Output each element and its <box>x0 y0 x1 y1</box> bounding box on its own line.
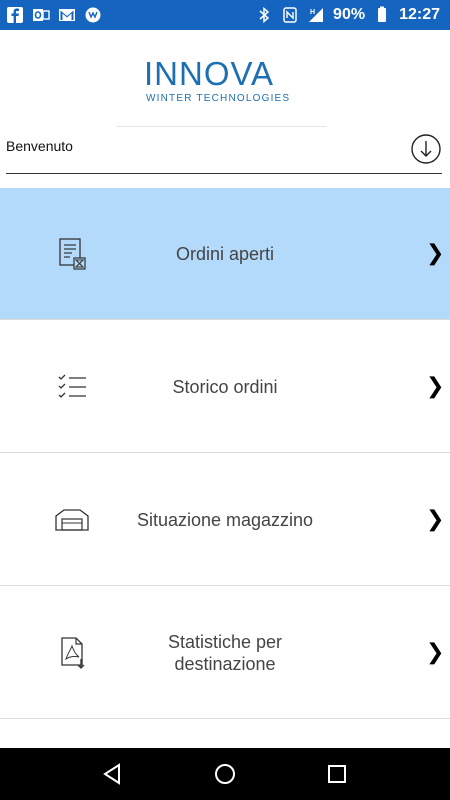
welcome-text: Benvenuto <box>6 138 73 154</box>
chevron-right-icon: ❯ <box>426 506 445 531</box>
menu-item-situazione-magazzino[interactable]: Situazione magazzino ❯ <box>0 454 450 586</box>
download-icon <box>411 134 441 164</box>
chevron-right-icon: ❯ <box>426 373 445 398</box>
menu-item-label: Ordini aperti <box>175 244 275 264</box>
facebook-icon <box>6 6 24 24</box>
menu-item-ordini-aperti[interactable]: Ordini aperti ❯ <box>0 188 450 320</box>
chevron-right-icon: ❯ <box>426 639 445 664</box>
svg-text:INNOVA: INNOVA <box>144 55 274 92</box>
welcome-row: Benvenuto <box>0 130 450 174</box>
menu-item-storico-ordini[interactable]: Storico ordini ❯ <box>0 321 450 453</box>
signal-icon: H <box>307 6 325 24</box>
svg-text:WINTER TECHNOLOGIES: WINTER TECHNOLOGIES <box>146 93 290 104</box>
whatsapp-icon <box>84 6 102 24</box>
battery-icon <box>373 6 391 24</box>
logo-divider <box>116 126 326 127</box>
menu-item-label: Situazione magazzino <box>136 510 314 530</box>
warehouse-icon <box>54 502 90 538</box>
menu-item-statistiche-destinazione[interactable]: Statistiche per destinazione ❯ <box>0 587 450 719</box>
status-bar: H 90% 12:27 <box>0 0 450 30</box>
welcome-underline <box>6 173 442 174</box>
battery-percent: 90% <box>333 6 366 23</box>
download-button[interactable] <box>410 133 442 165</box>
chevron-right-icon: ❯ <box>426 240 445 265</box>
menu-item-label: Storico ordini <box>172 377 278 397</box>
system-nav-bar <box>0 748 450 800</box>
checklist-icon <box>54 369 90 405</box>
menu-item-label: Statistiche per destinazione <box>167 632 283 674</box>
gmail-icon <box>58 6 76 24</box>
recents-button[interactable] <box>325 762 349 786</box>
svg-text:H: H <box>310 9 315 16</box>
outlook-icon <box>32 6 50 24</box>
home-button[interactable] <box>213 762 237 786</box>
clock: 12:27 <box>399 6 440 23</box>
back-button[interactable] <box>101 762 125 786</box>
nfc-icon <box>281 6 299 24</box>
pdf-download-icon <box>54 635 90 671</box>
innova-logo: INNOVA WINTER TECHNOLOGIES <box>142 55 302 105</box>
bluetooth-icon <box>255 6 273 24</box>
document-hourglass-icon <box>54 236 90 272</box>
